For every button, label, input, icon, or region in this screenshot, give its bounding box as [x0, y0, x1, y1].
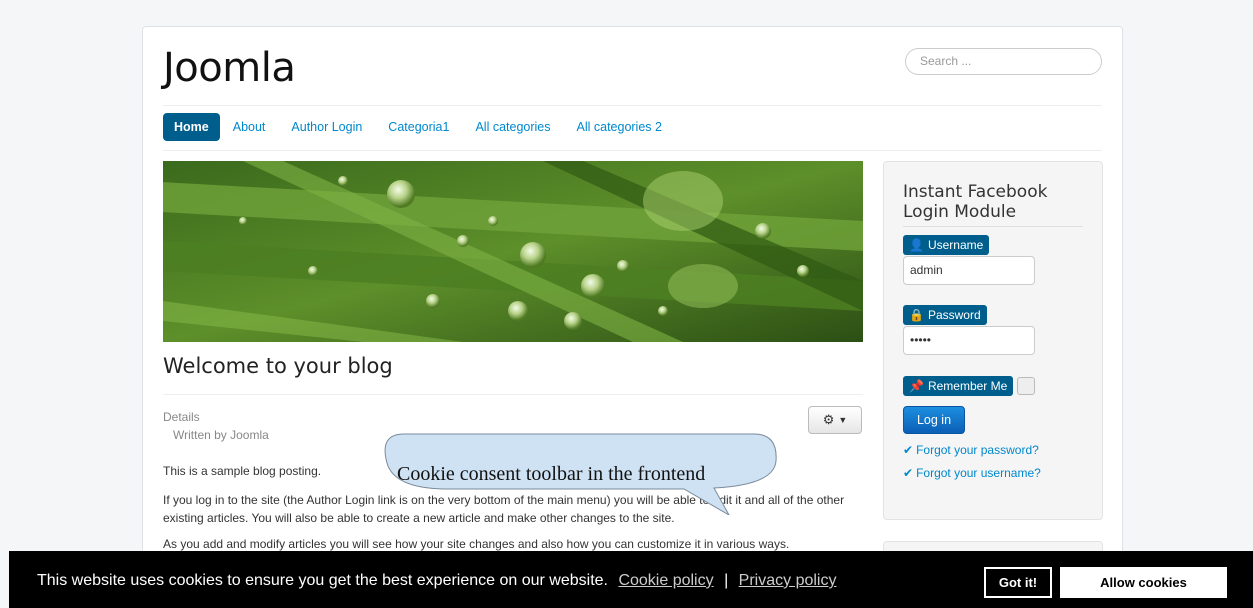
nav-item-home[interactable]: Home: [163, 113, 220, 141]
module-title: Instant Facebook Login Module: [903, 182, 1048, 222]
password-field[interactable]: •••••: [903, 326, 1035, 355]
nav-item-author-login[interactable]: Author Login: [278, 113, 375, 141]
forgot-username-link[interactable]: ✔ Forgot your username?: [903, 466, 1041, 480]
nav-item-all-categories[interactable]: All categories: [462, 113, 563, 141]
remember-me-checkbox[interactable]: [1017, 377, 1035, 395]
article-paragraph: This is a sample blog posting.: [163, 464, 322, 478]
details-label: Details: [163, 410, 200, 424]
article-title[interactable]: Welcome to your blog: [163, 354, 393, 378]
caret-down-icon: ▼: [838, 415, 848, 425]
remember-me-label: 📌 Remember Me: [903, 376, 1014, 396]
gear-icon: ⚙: [822, 412, 835, 427]
username-label: 👤 Username: [903, 235, 990, 255]
check-icon: ✔: [903, 443, 914, 457]
username-label-text: Username: [927, 238, 984, 252]
callout-text: Cookie consent toolbar in the frontend: [397, 463, 706, 485]
lock-icon: 🔒: [909, 308, 924, 322]
page-container: Joomla Search ... Home About Author Logi…: [142, 26, 1123, 608]
hero-image: [163, 161, 863, 342]
site-logo[interactable]: Joomla: [163, 45, 296, 91]
article-paragraph: As you add and modify articles you will …: [163, 537, 790, 551]
search-input[interactable]: Search ...: [905, 48, 1102, 75]
user-icon: 👤: [909, 238, 924, 252]
login-module: Instant Facebook Login Module 👤 Username…: [883, 161, 1103, 520]
main-menu: Home About Author Login Categoria1 All c…: [163, 113, 675, 141]
link-separator: |: [724, 572, 729, 589]
forgot-username-text[interactable]: Forgot your username?: [916, 466, 1041, 480]
divider: [903, 226, 1083, 227]
remember-me-label-text: Remember Me: [927, 379, 1008, 393]
login-button[interactable]: Log in: [903, 406, 965, 434]
nav-item-all-categories-2[interactable]: All categories 2: [564, 113, 675, 141]
privacy-policy-link[interactable]: Privacy policy: [739, 572, 837, 589]
nav-item-categoria1[interactable]: Categoria1: [375, 113, 462, 141]
check-icon: ✔: [903, 466, 914, 480]
divider: [163, 394, 863, 395]
cookie-message: This website uses cookies to ensure you …: [37, 572, 836, 590]
author-info: Written by Joomla: [173, 428, 269, 442]
password-label-text: Password: [927, 308, 981, 322]
username-field[interactable]: admin: [903, 256, 1035, 285]
cookie-consent-bar: This website uses cookies to ensure you …: [9, 551, 1253, 608]
password-label: 🔒 Password: [903, 305, 987, 325]
pin-icon: 📌: [909, 379, 924, 393]
got-it-button[interactable]: Got it!: [984, 567, 1052, 598]
allow-cookies-button[interactable]: Allow cookies: [1060, 567, 1227, 598]
forgot-password-text[interactable]: Forgot your password?: [916, 443, 1039, 457]
divider: [163, 105, 1102, 106]
forgot-password-link[interactable]: ✔ Forgot your password?: [903, 443, 1039, 457]
nav-item-about[interactable]: About: [220, 113, 279, 141]
divider: [163, 150, 1102, 151]
cookie-policy-link[interactable]: Cookie policy: [618, 572, 713, 589]
cookie-message-text: This website uses cookies to ensure you …: [37, 572, 608, 589]
article-tools-button[interactable]: ⚙ ▼: [808, 406, 862, 434]
